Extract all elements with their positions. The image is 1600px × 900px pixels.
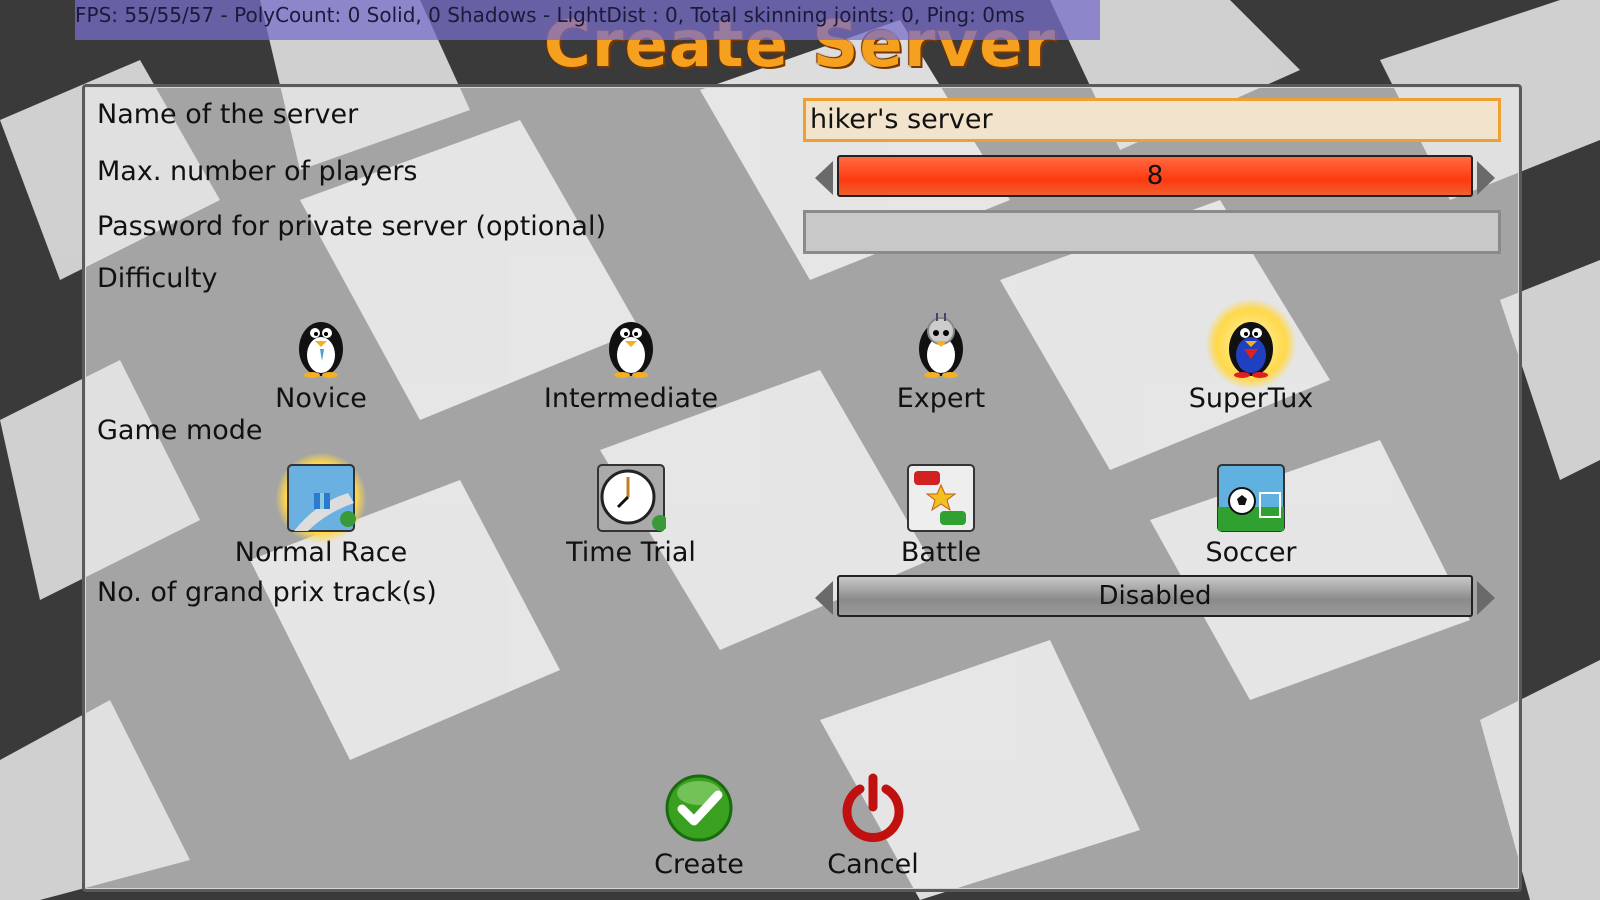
soccer-ball-icon [1216,463,1286,533]
mode-battle[interactable]: Battle [841,463,1041,568]
mode-battle-label: Battle [900,537,982,568]
difficulty-expert-label: Expert [896,383,986,414]
difficulty-novice[interactable]: Novice [221,309,421,414]
difficulty-expert[interactable]: Expert [841,309,1041,414]
spinner-left-arrow-icon[interactable] [815,161,833,195]
gp-tracks-value[interactable]: Disabled [837,575,1473,617]
penguin-expert-icon [906,309,976,379]
mode-soccer[interactable]: Soccer [1151,463,1351,568]
difficulty-intermediate[interactable]: Intermediate [531,309,731,414]
create-button[interactable]: Create [639,773,759,880]
gp-tracks-label: No. of grand prix track(s) [97,577,437,608]
create-server-panel: Name of the server hiker's server Max. n… [82,84,1522,892]
difficulty-supertux[interactable]: SuperTux [1151,299,1351,414]
spinner-right-arrow-icon[interactable] [1477,161,1495,195]
mode-normal-race[interactable]: Normal Race [221,453,421,568]
spinner-right-arrow-icon[interactable] [1477,581,1495,615]
cancel-button[interactable]: Cancel [813,773,933,880]
normal-race-icon [276,453,366,543]
game-mode-label: Game mode [97,415,263,446]
spinner-left-arrow-icon[interactable] [815,581,833,615]
password-input[interactable] [803,210,1501,254]
max-players-spinner[interactable]: 8 [815,155,1495,201]
penguin-intermediate-icon [596,309,666,379]
penguin-supertux-icon [1206,299,1296,389]
max-players-label: Max. number of players [97,156,418,187]
create-label: Create [654,849,744,880]
penguin-novice-icon [286,309,356,379]
server-name-label: Name of the server [97,99,359,130]
password-label: Password for private server (optional) [97,211,606,242]
mode-soccer-label: Soccer [1205,537,1297,568]
difficulty-label: Difficulty [97,263,218,294]
difficulty-intermediate-label: Intermediate [543,383,719,414]
max-players-value[interactable]: 8 [837,155,1473,197]
server-name-input[interactable]: hiker's server [803,98,1501,142]
clock-icon [596,463,668,533]
mode-time-trial[interactable]: Time Trial [531,463,731,568]
checkmark-icon [665,774,733,842]
gp-tracks-spinner[interactable]: Disabled [815,575,1495,621]
cancel-label: Cancel [827,849,919,880]
mode-time-trial-label: Time Trial [566,537,696,568]
difficulty-novice-label: Novice [275,383,367,414]
battle-icon [906,463,976,533]
power-icon [842,773,904,842]
debug-fps-overlay: FPS: 55/55/57 - PolyCount: 0 Solid, 0 Sh… [75,0,1100,40]
